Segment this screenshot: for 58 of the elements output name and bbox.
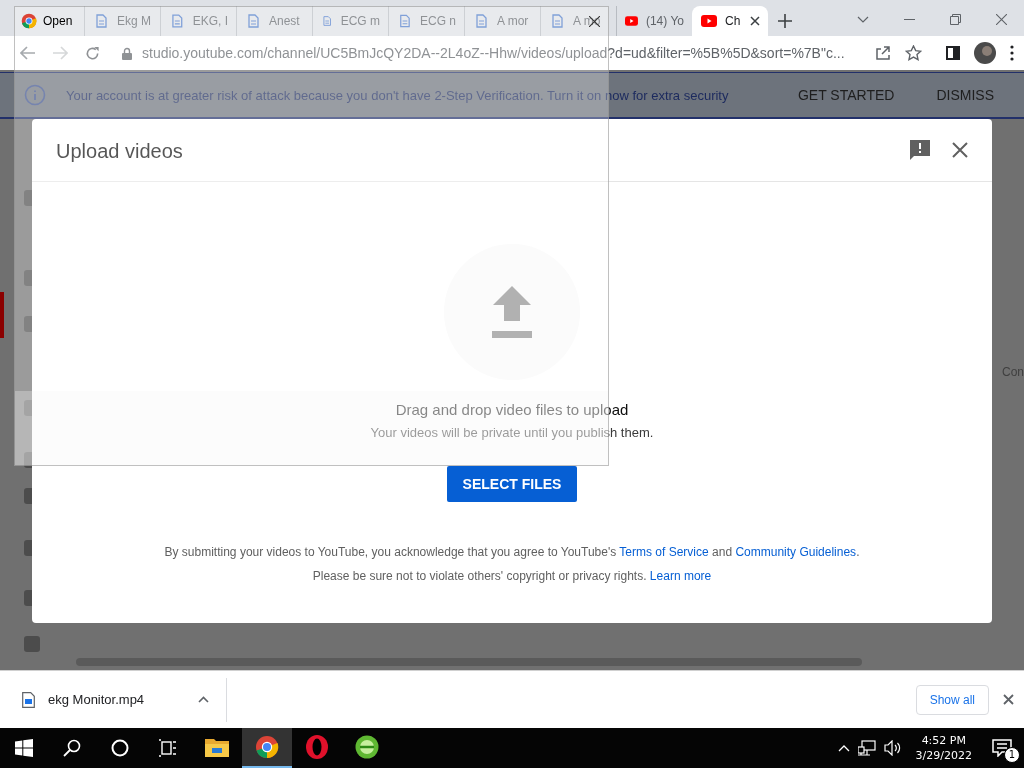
folder-icon[interactable] [205,737,229,757]
dialog-title: Upload videos [56,139,184,163]
new-tab-icon[interactable] [778,14,792,28]
file-icon [22,691,35,708]
star-icon[interactable] [905,45,922,61]
clock-time[interactable]: 4:52 PM [921,733,966,748]
reload-icon[interactable] [84,45,100,61]
lock-icon [122,46,132,60]
volume-icon[interactable] [883,740,902,756]
link[interactable]: Learn more [649,569,712,583]
side-panel-icon[interactable] [946,46,960,60]
select-files-button[interactable]: SELECT FILES [446,466,578,502]
document-icon [321,13,333,29]
window-title: Open [43,14,73,28]
notification-icon[interactable] [992,739,1012,757]
notification-badge: 1 [1004,747,1020,763]
show-all-button[interactable]: Show all [915,684,989,715]
chrome-icon[interactable] [255,735,279,759]
caret-icon[interactable] [198,696,209,703]
opera-icon[interactable] [305,735,329,759]
document-icon [169,13,185,29]
feedback-icon[interactable] [910,140,930,160]
address-field[interactable]: studio.youtube.com/channel/UC5BmJcQY2DA--2L4oZ--Hhw/videos/upload?d=ud&filter=%5B%5D&sort=%7B"c... [122,38,875,68]
drop-text: Drag and drop video files to upload [395,401,629,418]
close-icon[interactable] [1003,694,1014,705]
document-icon [93,13,109,29]
banner-action[interactable]: DISMISS [926,87,1004,103]
document-icon [549,13,565,29]
start-icon[interactable] [15,739,33,757]
avatar[interactable] [974,42,996,64]
file-name[interactable]: ekg Monitor.mp4 [48,692,198,707]
search-icon[interactable] [63,739,81,757]
browser-tab[interactable]: Ch [692,6,768,36]
info-icon [24,84,46,106]
chrome-icon [21,13,37,29]
chevron-up-icon[interactable] [837,744,850,752]
link[interactable]: Terms of Service [619,545,709,559]
close-icon[interactable] [952,142,968,158]
banner-action[interactable]: GET STARTED [787,87,905,103]
document-icon [245,13,261,29]
cortana-icon[interactable] [111,739,129,757]
restore-icon[interactable] [949,13,961,25]
share-icon[interactable] [875,45,891,61]
play-icon [625,15,638,27]
document-icon [473,13,489,29]
play-icon [701,15,717,27]
nav-indicator [0,292,4,338]
close-icon[interactable] [750,16,760,26]
legal-text: Please be sure not to violate others' copyright or privacy rights. Learn more [312,568,712,584]
network-icon[interactable] [857,740,876,756]
task-view-icon[interactable] [159,739,177,757]
legal-text: By submitting your videos to YouTube, you acknowledge that you agree to YouTube's Terms of Service and Community Guidelines. [164,544,860,560]
globe-icon[interactable] [355,735,379,759]
clock-date[interactable]: 3/29/2022 [915,748,972,763]
minimize-icon[interactable] [903,18,915,20]
menu-icon[interactable] [1010,45,1014,61]
chevron-down-icon[interactable] [857,15,869,23]
document-icon [397,13,412,29]
